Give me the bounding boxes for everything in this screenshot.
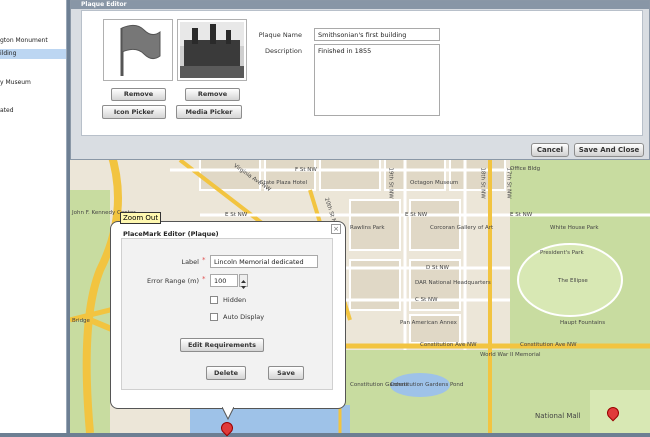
popup-pointer xyxy=(222,407,234,421)
close-icon[interactable]: × xyxy=(331,224,341,234)
flag-icon xyxy=(120,24,161,76)
map-label: Constitution Ave NW xyxy=(420,342,477,348)
building-photo xyxy=(180,22,244,78)
save-and-close-button[interactable]: Save And Close xyxy=(574,143,644,157)
error-range-field[interactable]: 100 xyxy=(210,274,238,287)
plaque-name-label: Plaque Name xyxy=(258,31,302,39)
description-label: Description xyxy=(264,47,302,55)
auto-display-label: Auto Display xyxy=(223,313,265,321)
save-button[interactable]: Save xyxy=(268,366,304,380)
remove-media-button[interactable]: Remove xyxy=(185,88,240,101)
map-label: C St NW xyxy=(415,297,438,303)
placemark-editor-popup: × PlaceMark Editor (Plaque) Label * Linc… xyxy=(110,221,346,409)
map-label: State Plaza Hotel xyxy=(260,180,308,186)
error-range-stepper[interactable] xyxy=(239,274,248,289)
map-label: Constitution Gardens Pond xyxy=(390,382,464,388)
map-label: Haupt Fountains xyxy=(560,320,606,326)
map-label: World War II Memorial xyxy=(480,352,541,358)
map-label: The Ellipse xyxy=(558,278,588,284)
auto-display-checkbox[interactable] xyxy=(210,313,218,321)
label-label: Label xyxy=(181,258,199,266)
map-label: 18th St NW xyxy=(479,167,486,199)
map-label: Octagon Museum xyxy=(410,180,459,186)
remove-icon-button[interactable]: Remove xyxy=(111,88,166,101)
media-preview xyxy=(177,19,247,81)
placemark-title: PlaceMark Editor (Plaque) xyxy=(123,230,219,238)
edit-requirements-button[interactable]: Edit Requirements xyxy=(180,338,264,352)
map-label: D St NW xyxy=(426,265,449,271)
map-label: 19th St NW xyxy=(387,167,394,199)
map-label: Bridge xyxy=(72,318,90,324)
left-panel: gton Monument ilding y Museum ated xyxy=(0,0,67,433)
map-label: National Mall xyxy=(535,412,581,420)
media-picker-button[interactable]: Media Picker xyxy=(176,105,242,119)
list-item[interactable]: ated xyxy=(0,107,66,114)
map-label: Rawlins Park xyxy=(350,225,385,231)
list-item[interactable]: y Museum xyxy=(0,79,66,86)
required-marker: * xyxy=(202,256,206,264)
icon-preview xyxy=(103,19,173,81)
plaque-name-field[interactable]: Smithsonian's first building xyxy=(314,28,440,41)
map-label: E St NW xyxy=(405,212,428,218)
hidden-label: Hidden xyxy=(223,296,247,304)
delete-button[interactable]: Delete xyxy=(206,366,246,380)
map-label: E St NW xyxy=(510,212,533,218)
map-label: DAR National Headquarters xyxy=(415,280,491,286)
spin-arrows-icon xyxy=(241,280,246,289)
map-label: White House Park xyxy=(550,225,599,231)
icon-picker-button[interactable]: Icon Picker xyxy=(102,105,166,119)
map-label: Office Bldg xyxy=(510,166,541,172)
map-label: 17th St NW xyxy=(505,167,512,199)
plaque-editor-dialog: Plaque Editor Remove Icon Picker Remove … xyxy=(70,0,650,160)
label-field[interactable]: Lincoln Memorial dedicated xyxy=(210,255,318,268)
map-label: Corcoran Gallery of Art xyxy=(430,225,494,231)
list-item[interactable]: gton Monument xyxy=(0,37,66,44)
placemark-editor-panel: PlaceMark Editor (Plaque) Label * Lincol… xyxy=(121,230,333,390)
error-range-label: Error Range (m) xyxy=(147,277,199,285)
map-label: E St NW xyxy=(225,212,248,218)
map-label: Pan American Annex xyxy=(400,320,457,326)
description-field[interactable]: Finished in 1855 xyxy=(314,44,440,116)
map-label: F St NW xyxy=(295,167,317,173)
cancel-button[interactable]: Cancel xyxy=(531,143,569,157)
zoom-out-button[interactable]: Zoom Out xyxy=(120,212,162,224)
map-label: President's Park xyxy=(540,250,584,256)
required-marker: * xyxy=(202,275,206,283)
dialog-body: Remove Icon Picker Remove Media Picker P… xyxy=(81,10,643,136)
map-label: Constitution Ave NW xyxy=(520,342,577,348)
dialog-title: Plaque Editor xyxy=(71,1,649,9)
hidden-checkbox[interactable] xyxy=(210,296,218,304)
list-item-selected[interactable]: ilding xyxy=(0,49,66,59)
